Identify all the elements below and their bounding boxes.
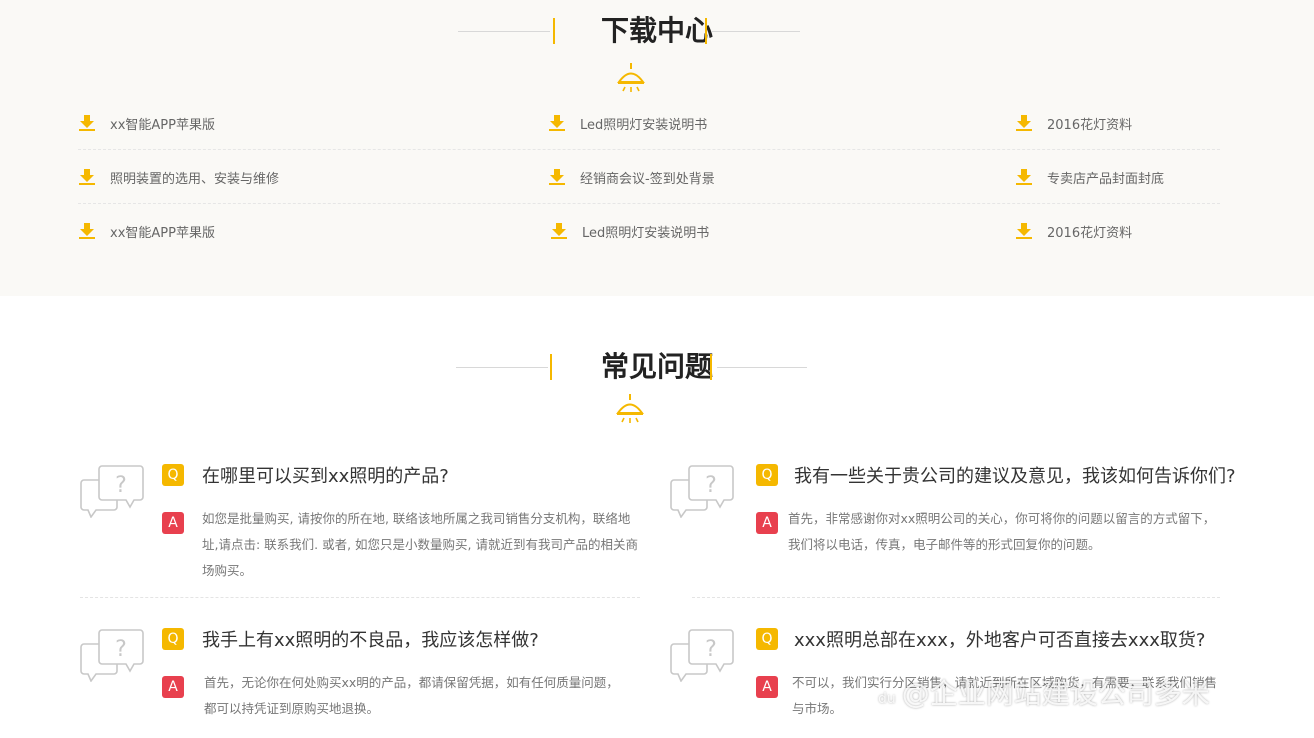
download-link-label: xx智能APP苹果版: [110, 225, 215, 241]
answer-text: 首先，非常感谢你对xx照明公司的关心，你可将你的问题以留言的方式留下，我们将以电…: [788, 511, 1216, 552]
download-link[interactable]: Led照明灯安装说明书: [550, 204, 709, 258]
download-icon: [549, 115, 565, 131]
svg-text:?: ?: [705, 637, 717, 662]
faq-item: ? Q 在哪里可以买到xx照明的产品? A 如您是批量购买, 请按你的所在地, …: [80, 464, 640, 594]
question-badge: Q: [756, 628, 778, 650]
faq-item: ? Q 我有一些关于贵公司的建议及意见，我该如何告诉你们? A 首先，非常感谢你…: [670, 464, 1236, 594]
answer-text: 首先，无论你在何处购买xx明的产品，都请保留凭据，如有任何质量问题，都可以持凭证…: [204, 675, 619, 716]
faq-divider: [692, 597, 1220, 598]
faq-header: 常见问题: [0, 348, 1314, 388]
download-row: 照明装置的选用、安装与维修 经销商会议-签到处背景 专卖店产品封面封底: [78, 150, 1220, 204]
download-link[interactable]: 照明装置的选用、安装与维修: [78, 150, 279, 204]
answer-badge: A: [756, 512, 778, 534]
download-center-header: 下载中心: [0, 12, 1314, 52]
lamp-icon: [617, 63, 645, 92]
question-badge: Q: [162, 464, 184, 486]
question-badge: Q: [162, 628, 184, 650]
download-icon: [551, 223, 567, 239]
download-icon: [79, 223, 95, 239]
download-link[interactable]: 经销商会议-签到处背景: [548, 150, 715, 204]
download-link-label: Led照明灯安装说明书: [582, 225, 710, 241]
question-bubble-icon: ?: [670, 465, 734, 518]
download-icon: [79, 169, 95, 185]
question-badge: Q: [756, 464, 778, 486]
download-link-label: 照明装置的选用、安装与维修: [110, 171, 280, 187]
header-line-right: [712, 31, 800, 32]
answer-text: 如您是批量购买, 请按你的所在地, 联络该地所属之我司销售分支机构，联络地址,请…: [202, 511, 638, 578]
answer-badge: A: [162, 512, 184, 534]
watermark-logo: du: [878, 691, 896, 707]
download-icon: [79, 115, 95, 131]
download-center-title: 下载中心: [600, 14, 713, 47]
header-bar-right: [710, 354, 712, 380]
download-link-label: 2016花灯资料: [1047, 117, 1133, 133]
download-link-label: xx智能APP苹果版: [110, 117, 215, 133]
download-icon: [1016, 169, 1032, 185]
download-link[interactable]: xx智能APP苹果版: [78, 204, 215, 258]
header-bar-right: [705, 18, 707, 44]
svg-text:?: ?: [705, 473, 717, 498]
download-link[interactable]: 专卖店产品封面封底: [1015, 150, 1164, 204]
question-text[interactable]: 我手上有xx照明的不良品，我应该怎样做?: [202, 626, 539, 652]
answer-badge: A: [756, 676, 778, 698]
question-text[interactable]: 我有一些关于贵公司的建议及意见，我该如何告诉你们?: [794, 462, 1236, 488]
question-bubble-icon: ?: [80, 629, 144, 682]
svg-text:?: ?: [115, 637, 127, 662]
download-link-label: 经销商会议-签到处背景: [580, 171, 715, 187]
watermark: du @企业网站建设公司多米: [878, 672, 1210, 712]
download-link-label: 专卖店产品封面封底: [1047, 171, 1165, 187]
download-link[interactable]: 2016花灯资料: [1015, 96, 1132, 150]
faq-title: 常见问题: [600, 350, 713, 383]
faq-divider: [80, 597, 640, 598]
download-icon: [1016, 223, 1032, 239]
download-center-section: 下载中心 xx智能APP苹果版 Led照明灯安装说明书 2016花灯资料 照明装…: [0, 0, 1314, 296]
question-bubble-icon: ?: [80, 465, 144, 518]
answer-badge: A: [162, 676, 184, 698]
header-line-right: [717, 367, 807, 368]
download-row: xx智能APP苹果版 Led照明灯安装说明书 2016花灯资料: [78, 96, 1220, 150]
download-icon: [1016, 115, 1032, 131]
download-link-label: Led照明灯安装说明书: [580, 117, 708, 133]
watermark-text: @企业网站建设公司多米: [901, 677, 1210, 710]
faq-item: ? Q 我手上有xx照明的不良品，我应该怎样做? A 首先，无论你在何处购买xx…: [80, 628, 640, 728]
question-text[interactable]: xxx照明总部在xxx，外地客户可否直接去xxx取货?: [794, 626, 1205, 652]
download-icon: [549, 169, 565, 185]
download-link[interactable]: xx智能APP苹果版: [78, 96, 215, 150]
svg-text:?: ?: [115, 473, 127, 498]
question-text[interactable]: 在哪里可以买到xx照明的产品?: [202, 462, 449, 488]
question-bubble-icon: ?: [670, 629, 734, 682]
download-link-label: 2016花灯资料: [1047, 225, 1133, 241]
download-row: xx智能APP苹果版 Led照明灯安装说明书 2016花灯资料: [78, 204, 1220, 258]
download-link[interactable]: Led照明灯安装说明书: [548, 96, 707, 150]
download-link[interactable]: 2016花灯资料: [1015, 204, 1132, 258]
lamp-icon: [616, 394, 644, 423]
